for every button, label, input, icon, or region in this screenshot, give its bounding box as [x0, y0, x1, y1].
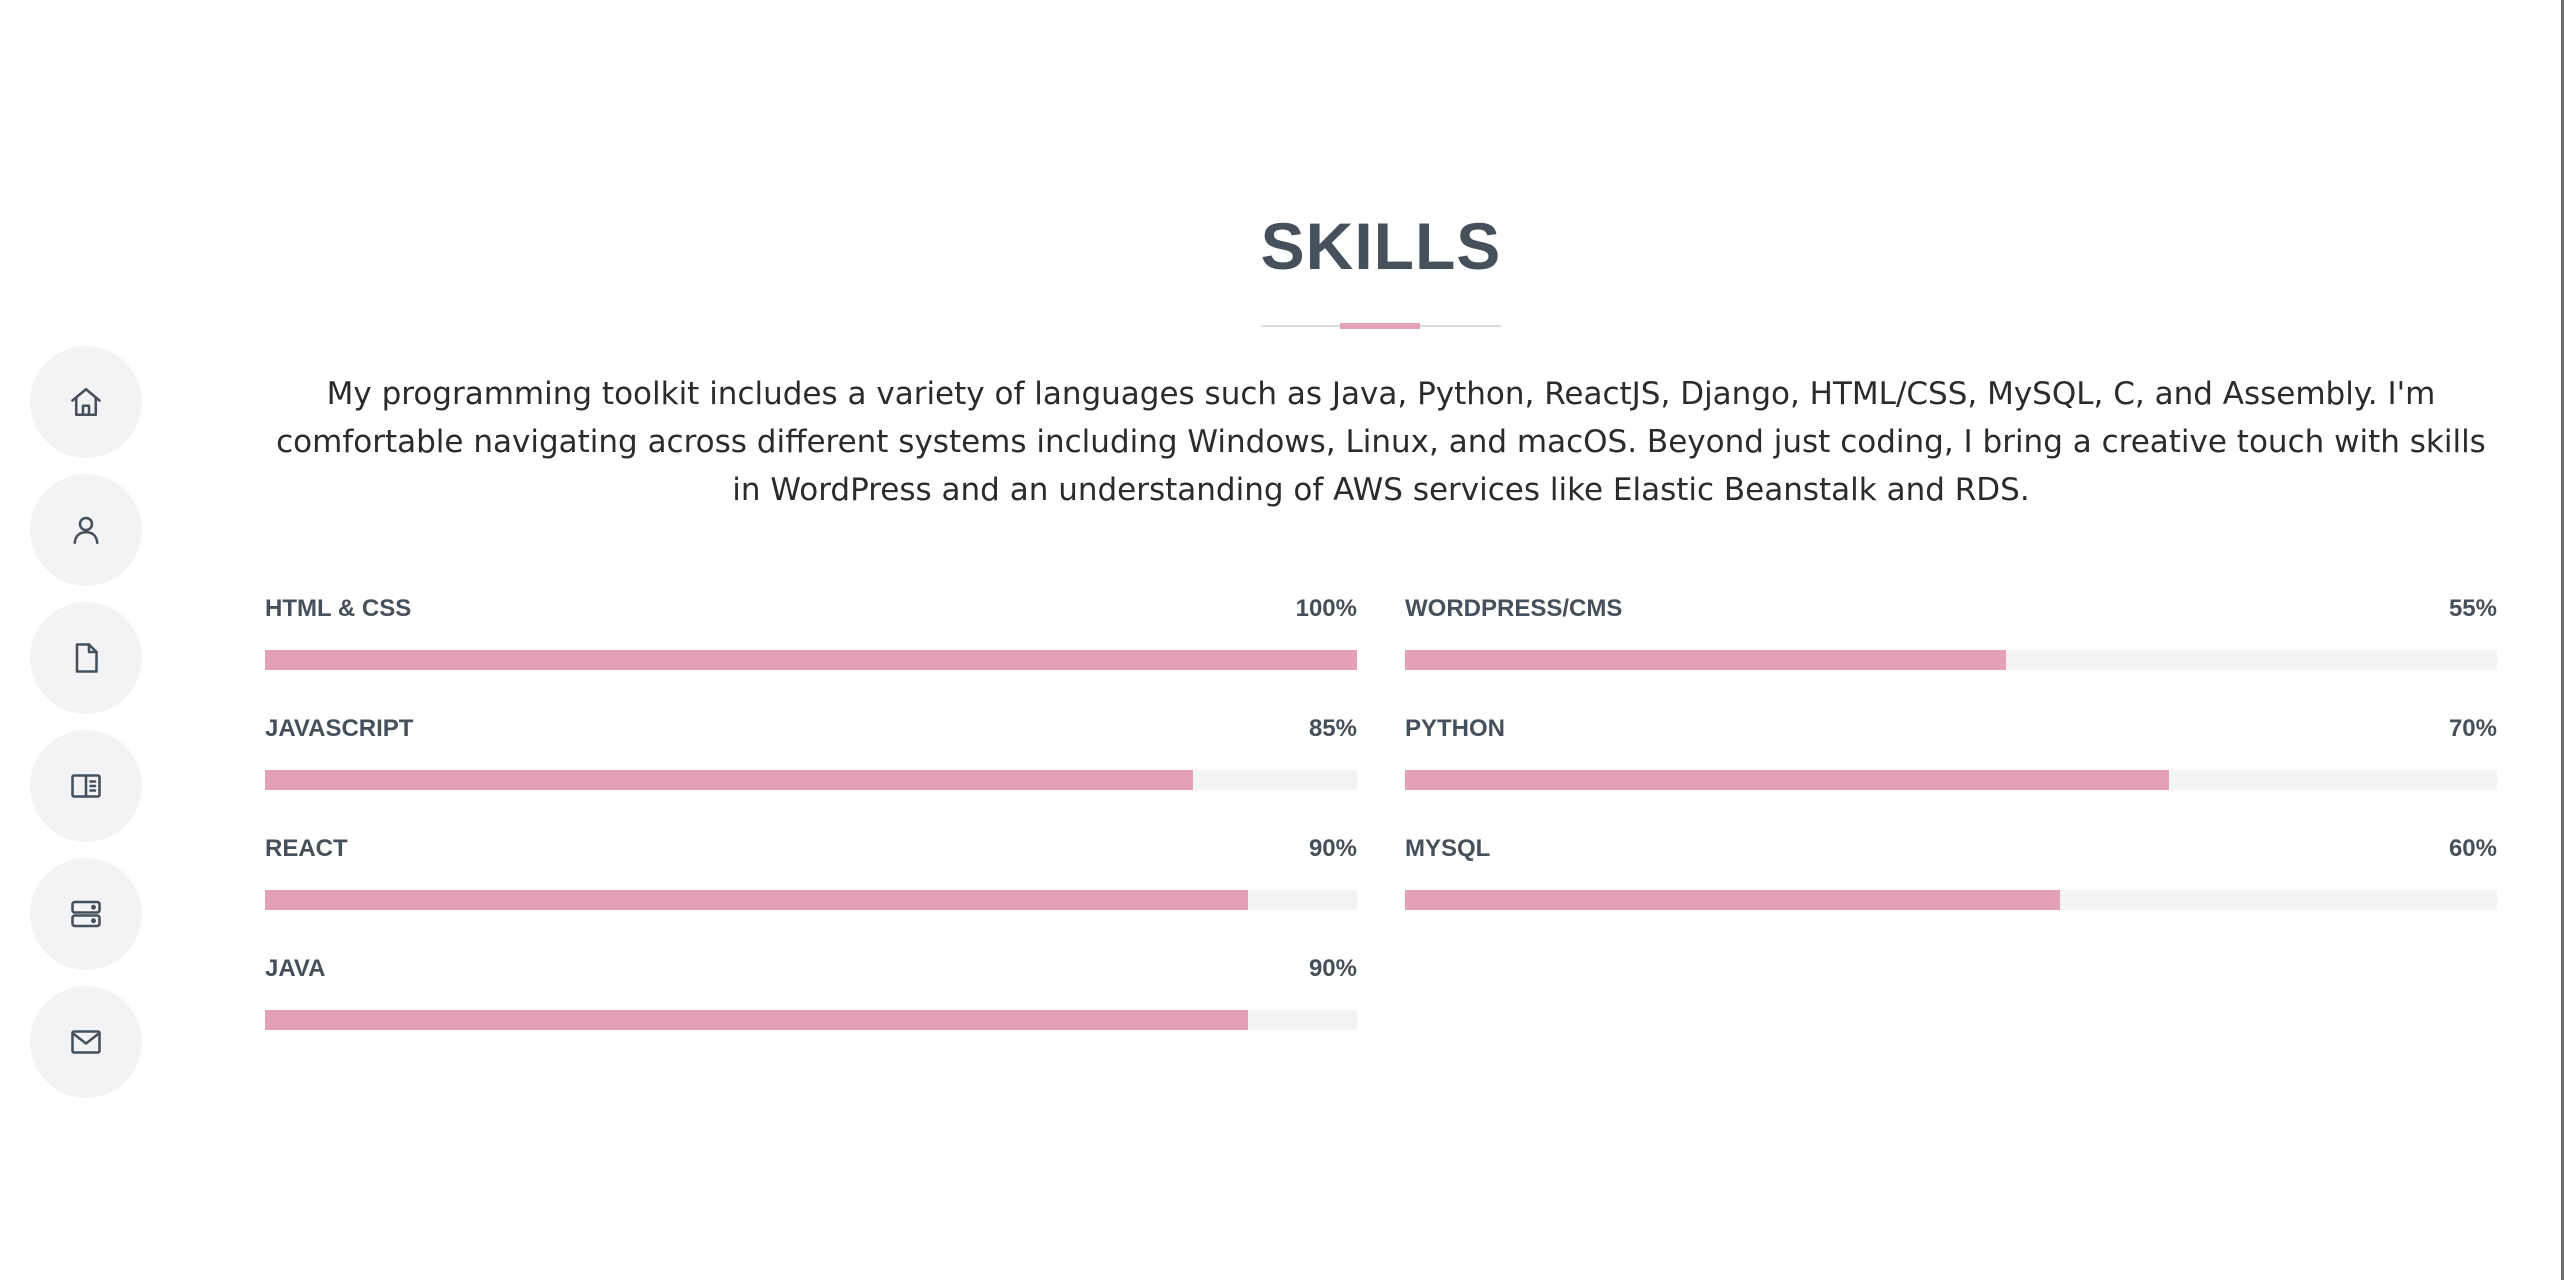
- skill-value: 100%: [1295, 595, 1357, 622]
- skills-column-right: WORDPRESS/CMS 55% PYTHON 70% MYSQL 60%: [1405, 595, 2497, 955]
- progress-track: [1405, 650, 2497, 670]
- progress-fill: [1405, 770, 2170, 790]
- user-icon: [73, 516, 99, 545]
- progress-fill: [1405, 890, 2061, 910]
- file-icon: [75, 643, 98, 673]
- sidebar-nav: [30, 346, 142, 1114]
- nav-home-button[interactable]: [30, 346, 142, 458]
- progress-track: [265, 1010, 1357, 1030]
- progress-fill: [265, 650, 1357, 670]
- skill-value: 55%: [2448, 595, 2497, 622]
- skill-name: PYTHON: [1405, 715, 1506, 742]
- nav-services-button[interactable]: [30, 858, 142, 970]
- skill-item: WORDPRESS/CMS 55%: [1405, 595, 2497, 715]
- envelope-icon: [71, 1030, 101, 1054]
- skill-value: 85%: [1308, 715, 1357, 742]
- skill-value: 60%: [2448, 835, 2497, 862]
- progress-track: [265, 650, 1357, 670]
- skill-item: HTML & CSS 100%: [265, 595, 1357, 715]
- skill-name: JAVASCRIPT: [265, 715, 414, 742]
- book-icon: [71, 774, 101, 798]
- skill-item: JAVA 90%: [265, 955, 1357, 1075]
- progress-fill: [1405, 650, 2006, 670]
- nav-resume-button[interactable]: [30, 602, 142, 714]
- skill-name: REACT: [265, 835, 348, 862]
- section-title: SKILLS: [1260, 209, 1502, 283]
- skill-value: 90%: [1308, 955, 1357, 982]
- progress-fill: [265, 890, 1248, 910]
- skill-value: 90%: [1308, 835, 1357, 862]
- skill-item: JAVASCRIPT 85%: [265, 715, 1357, 835]
- skill-name: MYSQL: [1405, 835, 1491, 862]
- skills-column-left: HTML & CSS 100% JAVASCRIPT 85% REACT 90%…: [265, 595, 1357, 1075]
- skill-name: JAVA: [265, 955, 326, 982]
- progress-track: [1405, 770, 2497, 790]
- home-icon: [71, 387, 101, 417]
- progress-fill: [265, 770, 1194, 790]
- progress-fill: [265, 1010, 1248, 1030]
- skill-item: MYSQL 60%: [1405, 835, 2497, 955]
- title-accent-bar: [1340, 323, 1420, 329]
- skill-item: REACT 90%: [265, 835, 1357, 955]
- section-intro: My programming toolkit includes a variet…: [276, 376, 2486, 508]
- skill-name: WORDPRESS/CMS: [1405, 595, 1623, 622]
- progress-track: [1405, 890, 2497, 910]
- nav-contact-button[interactable]: [30, 986, 142, 1098]
- progress-track: [265, 890, 1357, 910]
- skill-name: HTML & CSS: [265, 595, 412, 622]
- skill-item: PYTHON 70%: [1405, 715, 2497, 835]
- nav-about-button[interactable]: [30, 474, 142, 586]
- progress-track: [265, 770, 1357, 790]
- server-icon: [71, 900, 101, 928]
- skill-value: 70%: [2448, 715, 2497, 742]
- nav-portfolio-button[interactable]: [30, 730, 142, 842]
